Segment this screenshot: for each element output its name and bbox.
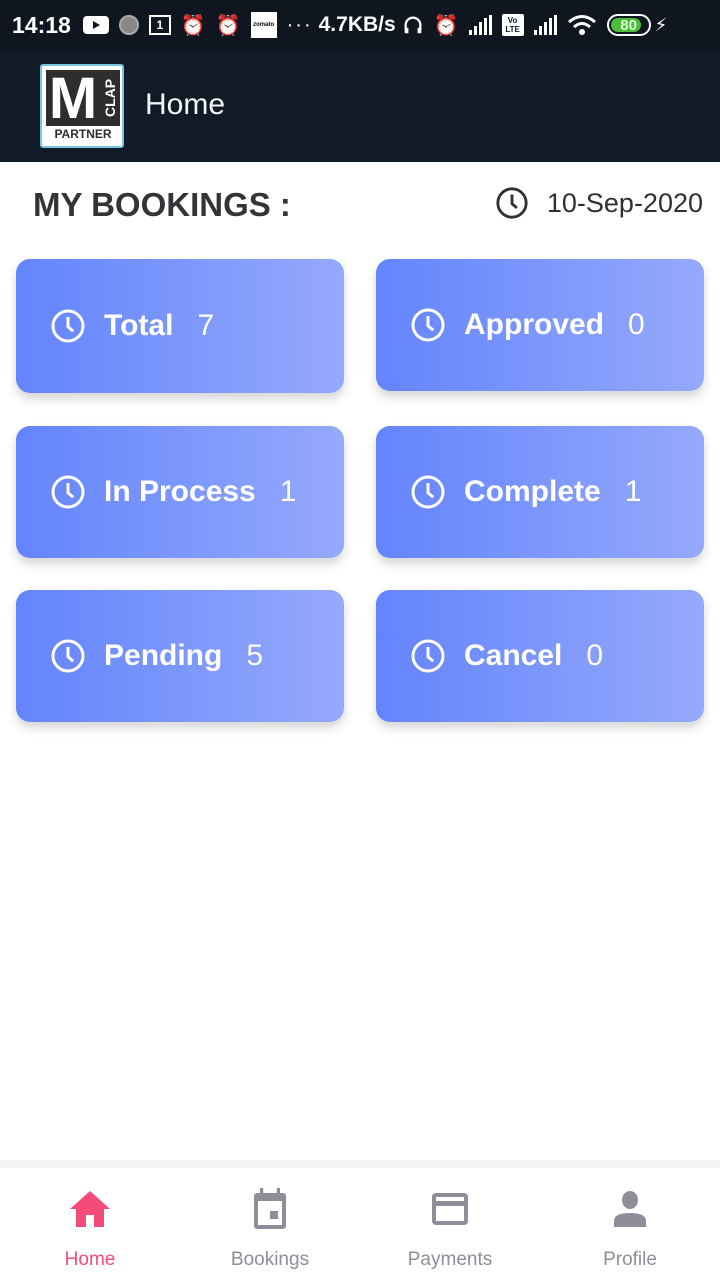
card-count: 1: [279, 475, 297, 508]
charging-icon: ⚡: [654, 14, 668, 35]
card-label: Pending: [104, 639, 223, 672]
headphones-icon: [402, 14, 424, 36]
booking-card-total[interactable]: Total 7: [16, 259, 344, 393]
my-bookings-title: MY BOOKINGS :: [33, 186, 291, 223]
card-label: Approved: [464, 308, 605, 341]
app-bar: M CLAP PARTNER Home: [0, 50, 720, 162]
signal-icon: [468, 15, 492, 35]
clock-icon: [411, 308, 445, 342]
home-icon: [70, 1191, 110, 1227]
clock-icon: [411, 639, 445, 673]
calendar-icon: [254, 1188, 286, 1229]
calendar-notification-icon: 1: [148, 15, 171, 35]
booking-card-approved[interactable]: Approved 0: [376, 259, 704, 391]
booking-card-complete[interactable]: Complete 1: [376, 426, 704, 558]
card-label: Total: [104, 309, 174, 342]
app-logo: M CLAP PARTNER: [40, 64, 124, 148]
nav-label: Bookings: [230, 1249, 310, 1270]
more-notifications-icon: ···: [286, 13, 313, 36]
nav-item-bookings[interactable]: Bookings: [180, 1168, 360, 1280]
nav-item-home[interactable]: Home: [0, 1168, 180, 1280]
logo-clap: CLAP: [100, 70, 120, 126]
logo-partner: PARTNER: [54, 127, 112, 141]
youtube-icon: [82, 16, 109, 34]
nav-label: Payments: [407, 1249, 493, 1270]
volte-icon: Vo LTE: [501, 14, 524, 36]
card-count: 5: [246, 639, 264, 672]
wifi-icon: [567, 14, 597, 36]
status-time: 14:18: [12, 11, 71, 38]
nav-label: Profile: [603, 1249, 657, 1270]
nav-label: Home: [64, 1249, 116, 1270]
alarm-icon: ⏰: [180, 14, 206, 37]
clock-icon: [51, 309, 85, 343]
battery-icon: 80: [606, 14, 651, 36]
date-text: 10-Sep-2020: [546, 187, 703, 218]
booking-card-in-process[interactable]: In Process 1: [16, 426, 344, 558]
status-bar: 14:18 1 ⏰ ⏰ zomato ··· 4.7KB/s ⏰ Vo LTE …: [0, 0, 720, 50]
clock-icon: [51, 639, 85, 673]
card-label: In Process: [104, 475, 256, 508]
battery-level: 80: [620, 16, 637, 34]
app-notification-icon: [118, 15, 139, 35]
alarm-icon-3: ⏰: [433, 14, 459, 37]
card-count: 1: [624, 475, 642, 508]
clock-icon: [496, 187, 528, 219]
card-count: 0: [628, 308, 645, 341]
zomato-icon: zomato: [250, 12, 277, 38]
person-icon: [614, 1191, 646, 1227]
card-label: Cancel: [464, 639, 563, 672]
page-title: Home: [145, 88, 226, 121]
logo-m: M: [46, 70, 100, 128]
booking-card-cancel[interactable]: Cancel 0: [376, 590, 704, 722]
credit-card-icon: [432, 1193, 468, 1225]
network-speed: 4.7KB/s: [318, 13, 396, 36]
card-label: Complete: [464, 475, 601, 508]
alarm-icon-2: ⏰: [215, 14, 241, 37]
nav-item-payments[interactable]: Payments: [360, 1168, 540, 1280]
current-date: 10-Sep-2020: [495, 186, 703, 220]
clock-icon: [411, 475, 445, 509]
nav-item-profile[interactable]: Profile: [540, 1168, 720, 1280]
clock-icon: [51, 475, 85, 509]
signal-4g-icon: [533, 15, 557, 35]
card-count: 0: [586, 639, 604, 672]
bottom-navigation: Home Bookings Payments Profile: [0, 1160, 720, 1280]
booking-card-pending[interactable]: Pending 5: [16, 590, 344, 722]
card-count: 7: [197, 309, 215, 342]
